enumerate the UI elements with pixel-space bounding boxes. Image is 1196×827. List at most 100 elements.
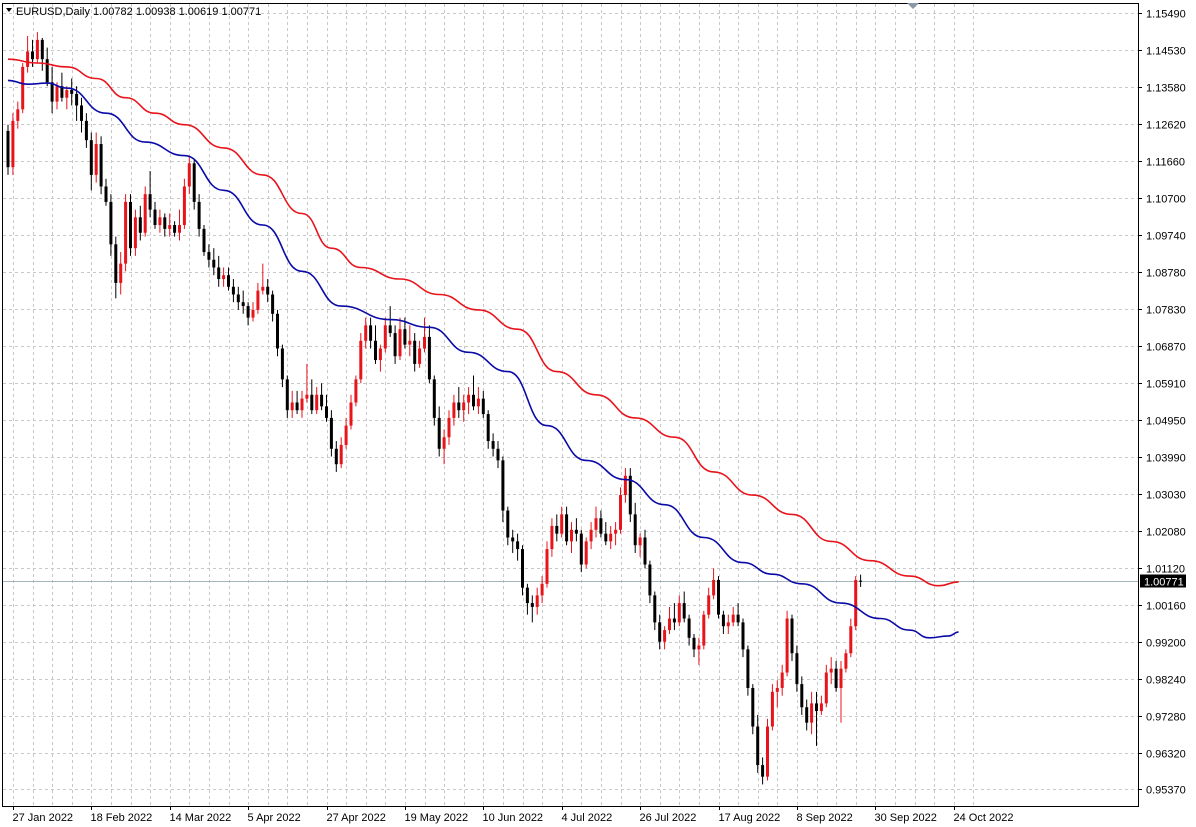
candle-body xyxy=(413,340,417,364)
candle-body xyxy=(26,51,30,67)
candle-body xyxy=(633,514,637,546)
candle-body xyxy=(285,379,289,411)
x-tick-label: 24 Oct 2022 xyxy=(954,812,1014,824)
candle-body xyxy=(560,514,564,534)
candle xyxy=(202,225,206,256)
candle-body xyxy=(800,684,804,708)
candle-body xyxy=(35,39,39,60)
candle-body xyxy=(50,82,54,102)
candle-body xyxy=(795,653,799,685)
candle-body xyxy=(261,286,265,291)
candle-body xyxy=(393,333,397,357)
candle-body xyxy=(212,259,216,268)
candle-body xyxy=(349,402,353,426)
candle-body xyxy=(521,549,524,588)
candle-body xyxy=(158,217,162,226)
candle-body xyxy=(619,495,622,530)
x-tick-label: 18 Feb 2022 xyxy=(91,812,153,824)
candle-body xyxy=(682,603,686,619)
candle xyxy=(11,113,15,175)
candle-body xyxy=(295,402,299,411)
candle-body xyxy=(99,144,103,187)
candle-body xyxy=(163,217,167,229)
candle-body xyxy=(31,51,34,60)
candle-body xyxy=(173,225,177,233)
y-tick-label: 1.12620 xyxy=(1146,120,1186,132)
candle-body xyxy=(638,537,642,546)
candle-body xyxy=(442,437,446,449)
candle-body xyxy=(819,703,823,712)
candle-body xyxy=(447,417,451,438)
candle-body xyxy=(790,618,794,654)
candle-body xyxy=(21,66,25,110)
candle-body xyxy=(810,703,814,723)
candle-body xyxy=(687,618,691,638)
candle-body xyxy=(599,518,603,534)
candle-body xyxy=(550,525,554,550)
candle-body xyxy=(84,120,88,141)
candle-body xyxy=(427,336,431,380)
candle-body xyxy=(178,225,181,233)
candle-body xyxy=(133,217,137,249)
candle-body xyxy=(614,529,618,534)
y-tick-label: 0.97280 xyxy=(1146,712,1186,724)
x-tick-label: 10 Jun 2022 xyxy=(483,812,544,824)
candle xyxy=(124,194,128,272)
y-tick-label: 1.01120 xyxy=(1146,564,1185,576)
candle-body xyxy=(623,475,627,496)
chart-header: EURUSD,Daily 1.00782 1.00938 1.00619 1.0… xyxy=(6,6,261,18)
y-tick-label: 1.15490 xyxy=(1146,9,1186,21)
candle-body xyxy=(707,595,711,615)
y-tick-label: 0.99200 xyxy=(1146,638,1186,650)
candle-body xyxy=(839,668,843,688)
x-tick-label: 19 May 2022 xyxy=(405,812,469,824)
candle xyxy=(854,576,858,631)
y-tick-label: 1.04950 xyxy=(1146,416,1186,428)
candle-body xyxy=(398,329,402,357)
candle-body xyxy=(628,475,632,515)
candle-body xyxy=(119,263,123,283)
candle-body xyxy=(222,275,226,280)
y-tick-label: 0.98240 xyxy=(1146,675,1186,687)
candle-body xyxy=(663,630,667,642)
candle-body xyxy=(300,398,304,411)
candle-body xyxy=(197,201,201,229)
candle-body xyxy=(310,394,314,411)
candle-body xyxy=(766,726,769,777)
candle-body xyxy=(844,653,848,669)
candle-body xyxy=(604,533,608,542)
candle-body xyxy=(256,290,260,310)
candle-body xyxy=(251,309,255,318)
x-tick-label: 5 Apr 2022 xyxy=(248,812,301,824)
candle-body xyxy=(692,637,696,650)
candle-body xyxy=(290,402,294,411)
candle-body xyxy=(574,529,578,534)
current-price-box: 1.00771 xyxy=(1140,574,1186,589)
candle-body xyxy=(511,537,515,542)
x-tick-label: 17 Aug 2022 xyxy=(719,812,781,824)
candle-body xyxy=(565,514,569,542)
candle-body xyxy=(555,525,559,534)
x-tick-label: 30 Sep 2022 xyxy=(875,812,937,824)
candle-body xyxy=(271,294,275,314)
candle-body xyxy=(648,564,652,596)
candle-body xyxy=(668,618,671,631)
y-tick-label: 1.02080 xyxy=(1146,527,1186,539)
candle-body xyxy=(45,59,49,83)
candle-body xyxy=(496,448,500,461)
candle-body xyxy=(712,579,716,596)
x-tick-label: 27 Jan 2022 xyxy=(13,812,74,824)
candle-body xyxy=(192,163,196,202)
candle-body xyxy=(506,510,510,538)
candle-body xyxy=(129,201,132,249)
y-tick-label: 1.03990 xyxy=(1146,453,1186,465)
candle-body xyxy=(545,549,549,584)
candle-body xyxy=(481,398,485,415)
candle-body xyxy=(849,626,853,654)
candle xyxy=(766,718,769,781)
candle-body xyxy=(383,325,387,349)
y-tick-label: 1.07830 xyxy=(1146,305,1186,317)
candle-body xyxy=(305,394,309,399)
candle-body xyxy=(138,217,142,233)
ohlc-values-label: 1.00782 1.00938 1.00619 1.00771 xyxy=(93,6,261,18)
